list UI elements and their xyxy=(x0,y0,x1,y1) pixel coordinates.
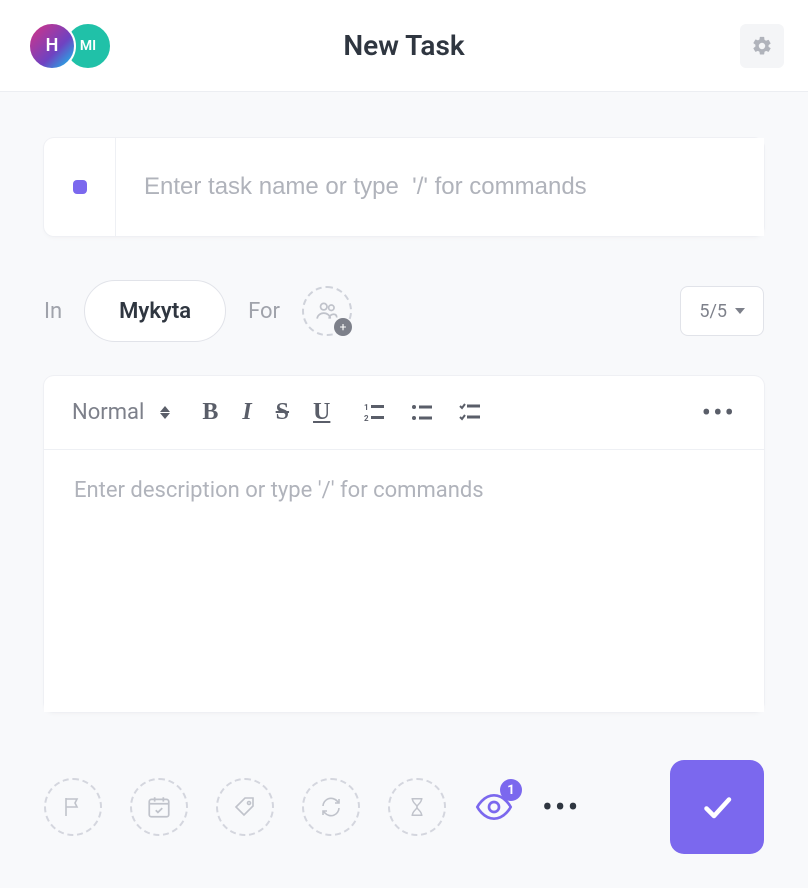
status-button[interactable] xyxy=(44,138,116,236)
flag-button[interactable] xyxy=(44,778,102,836)
ordered-list-button[interactable]: 12 xyxy=(362,401,386,425)
for-label: For xyxy=(248,299,280,324)
plus-icon: + xyxy=(334,318,352,336)
hourglass-icon xyxy=(406,794,428,820)
calendar-icon xyxy=(146,794,172,820)
svg-text:1: 1 xyxy=(364,403,369,412)
create-task-button[interactable] xyxy=(670,760,764,854)
settings-button[interactable] xyxy=(740,24,784,68)
avatar-stack: H MI xyxy=(28,22,112,70)
italic-button[interactable]: I xyxy=(242,399,251,426)
checklist-icon xyxy=(458,401,482,425)
watchers-button[interactable]: 1 xyxy=(474,787,514,827)
time-estimate-button[interactable] xyxy=(388,778,446,836)
meta-row: In Mykyta For + 5/5 xyxy=(44,280,764,342)
watchers-count-badge: 1 xyxy=(500,779,522,801)
footer-more-button[interactable]: ••• xyxy=(542,788,580,826)
bold-button[interactable]: B xyxy=(202,399,218,426)
text-style-group: B I S U xyxy=(202,399,330,426)
gear-icon xyxy=(751,35,773,57)
task-name-input[interactable] xyxy=(116,138,764,236)
check-icon xyxy=(699,789,735,825)
list-group: 12 xyxy=(362,401,482,425)
tag-button[interactable] xyxy=(216,778,274,836)
recurring-button[interactable] xyxy=(302,778,360,836)
status-square-icon xyxy=(73,180,87,194)
svg-text:2: 2 xyxy=(364,414,369,423)
bullet-list-icon xyxy=(410,401,434,425)
page-title: New Task xyxy=(0,29,808,62)
strike-button[interactable]: S xyxy=(276,399,289,426)
flag-icon xyxy=(61,795,85,819)
chevron-down-icon xyxy=(735,308,745,314)
sort-icon xyxy=(160,406,170,419)
priority-button[interactable]: 5/5 xyxy=(680,286,764,336)
description-input[interactable] xyxy=(44,450,764,712)
priority-label: 5/5 xyxy=(699,301,727,322)
task-name-card xyxy=(44,138,764,236)
list-select-button[interactable]: Mykyta xyxy=(84,280,226,342)
underline-button[interactable]: U xyxy=(313,399,330,426)
recurring-icon xyxy=(319,795,343,819)
workspace-avatar[interactable]: H xyxy=(28,22,76,70)
assignee-button[interactable]: + xyxy=(302,286,352,336)
editor-card: Normal B I S U 12 xyxy=(44,376,764,712)
content: In Mykyta For + 5/5 Normal B I S xyxy=(0,92,808,712)
checklist-button[interactable] xyxy=(458,401,482,425)
list-name: Mykyta xyxy=(119,299,191,324)
date-button[interactable] xyxy=(130,778,188,836)
tag-icon xyxy=(233,795,257,819)
bullet-list-button[interactable] xyxy=(410,401,434,425)
header: H MI New Task xyxy=(0,0,808,92)
editor-toolbar: Normal B I S U 12 xyxy=(44,376,764,450)
toolbar-more-button[interactable]: ••• xyxy=(702,396,736,429)
format-label: Normal xyxy=(72,400,144,425)
in-label: In xyxy=(44,299,62,324)
format-select[interactable]: Normal xyxy=(72,400,170,425)
ordered-list-icon: 12 xyxy=(362,401,386,425)
footer: 1 ••• xyxy=(0,760,808,854)
